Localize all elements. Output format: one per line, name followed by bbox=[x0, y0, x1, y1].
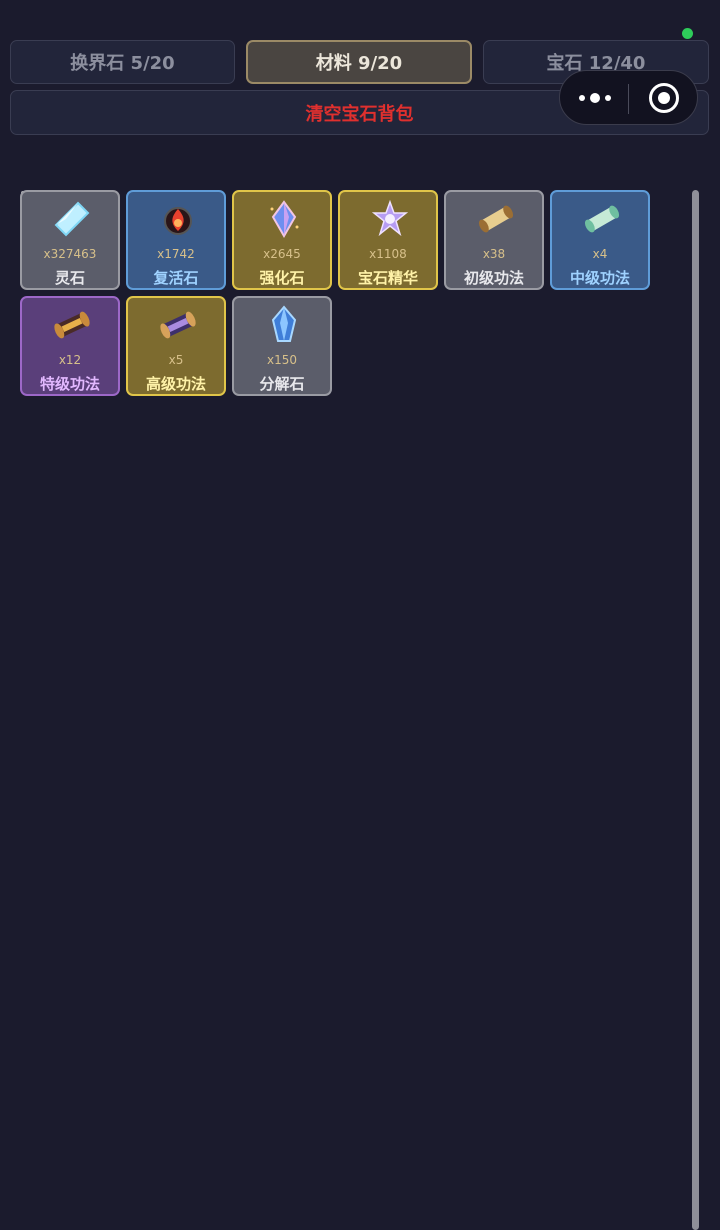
item-slot[interactable]: x150 分解石 bbox=[232, 296, 332, 396]
item-name: 中级功法 bbox=[569, 269, 630, 287]
enhance-stone-icon bbox=[270, 200, 299, 238]
item-name: 初级功法 bbox=[463, 269, 524, 287]
item-slot[interactable]: x12 特级功法 bbox=[20, 296, 120, 396]
crystal-icon bbox=[54, 201, 90, 237]
scroll-icon bbox=[54, 311, 90, 339]
item-count: x12 bbox=[58, 353, 82, 367]
item-name: 高级功法 bbox=[145, 375, 206, 393]
item-name: 强化石 bbox=[259, 269, 305, 287]
item-count: x1108 bbox=[369, 247, 407, 261]
record-icon[interactable] bbox=[649, 83, 679, 113]
capsule-divider bbox=[628, 84, 629, 114]
item-count: x1742 bbox=[157, 247, 195, 261]
item-count: x2645 bbox=[263, 247, 301, 261]
item-slot[interactable]: x327463 灵石 bbox=[20, 190, 120, 290]
item-slot[interactable]: x4 中级功法 bbox=[550, 190, 650, 290]
item-name: 宝石精华 bbox=[357, 269, 418, 287]
revive-stone-icon bbox=[164, 207, 192, 235]
item-count: x4 bbox=[592, 247, 608, 261]
more-icon[interactable] bbox=[574, 83, 616, 113]
item-name: 分解石 bbox=[259, 375, 305, 393]
item-slot[interactable]: x5 高级功法 bbox=[126, 296, 226, 396]
item-count: x150 bbox=[266, 353, 297, 367]
item-name: 复活石 bbox=[153, 269, 199, 287]
decompose-stone-icon bbox=[271, 305, 297, 342]
item-count: x5 bbox=[168, 353, 184, 367]
item-slot[interactable]: x1108 宝石精华 bbox=[338, 190, 438, 290]
status-dot bbox=[682, 28, 693, 39]
scrollbar[interactable] bbox=[692, 190, 699, 1230]
gem-essence-icon bbox=[371, 199, 409, 237]
item-slot[interactable]: x2645 强化石 bbox=[232, 190, 332, 290]
scroll-icon bbox=[478, 205, 514, 233]
scroll-icon bbox=[584, 205, 620, 233]
tab-portal-stone[interactable]: 换界石 5/20 bbox=[10, 40, 235, 84]
item-slot[interactable]: x38 初级功法 bbox=[444, 190, 544, 290]
mini-program-capsule bbox=[559, 70, 698, 125]
item-count: x327463 bbox=[43, 247, 97, 261]
scroll-icon bbox=[160, 311, 196, 339]
item-count: x38 bbox=[482, 247, 506, 261]
tab-materials[interactable]: 材料 9/20 bbox=[246, 40, 472, 84]
item-slot[interactable]: x1742 复活石 bbox=[126, 190, 226, 290]
item-name: 特级功法 bbox=[39, 375, 100, 393]
item-name: 灵石 bbox=[54, 269, 85, 287]
